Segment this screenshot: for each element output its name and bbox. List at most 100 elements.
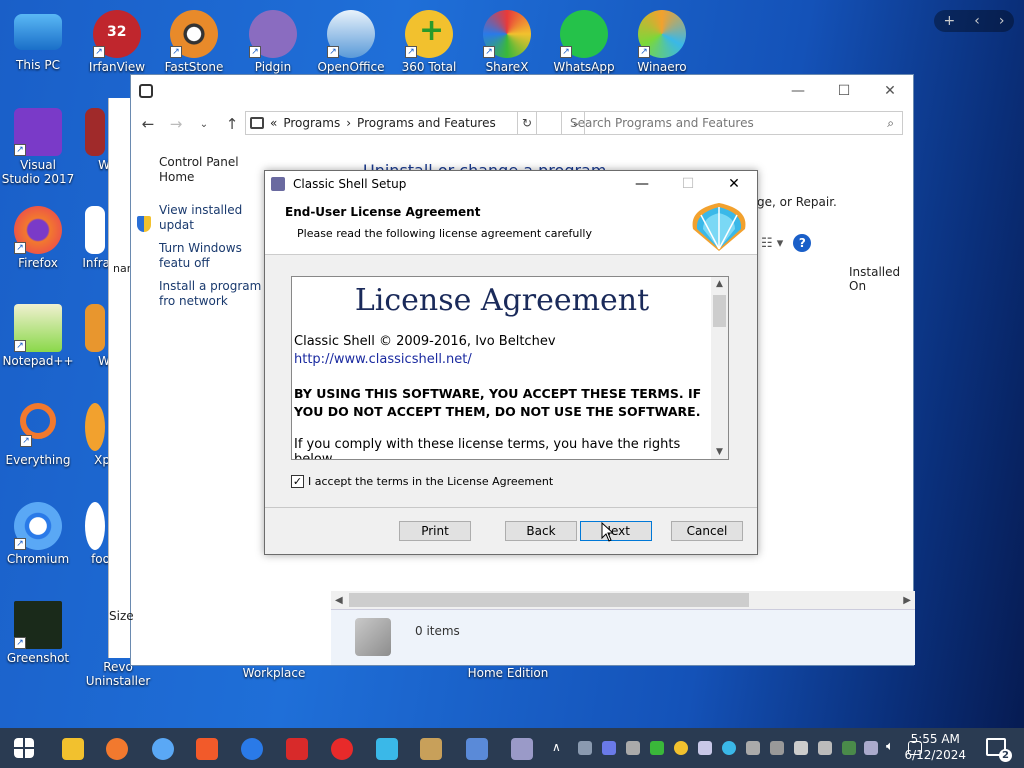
minimize-icon[interactable]: — — [775, 83, 821, 99]
accept-terms-checkbox[interactable]: ✓ — [291, 475, 304, 488]
back-button[interactable]: Back — [505, 521, 577, 541]
brave-icon[interactable] — [196, 738, 218, 760]
sidebar-turn-windows-features[interactable]: Turn Windows featu off — [159, 241, 271, 271]
desktop-icon-everything[interactable]: ↗ Everything — [0, 403, 76, 467]
firefox-taskbar-icon[interactable] — [106, 738, 128, 760]
notification-icon[interactable]: 2 — [986, 738, 1012, 762]
virtual-desktop-controls[interactable]: + ‹ › — [934, 10, 1014, 32]
recent-chevron-icon[interactable]: ⌄ — [195, 119, 213, 130]
chevron-left-icon[interactable]: ‹ — [974, 13, 980, 29]
chromium-taskbar-icon[interactable] — [152, 738, 174, 760]
desktop-icon-col2-1[interactable]: W — [80, 108, 110, 172]
desktop-icon-chromium[interactable]: ↗ Chromium — [0, 502, 76, 566]
desktop-icon-winaero[interactable]: ↗ Winaero — [624, 10, 700, 74]
forward-arrow-icon[interactable]: → — [167, 115, 185, 133]
tray-icon-11[interactable] — [818, 741, 832, 755]
back-arrow-icon[interactable]: ← — [139, 115, 157, 133]
opera-icon[interactable] — [331, 738, 353, 760]
scroll-up-icon[interactable]: ▲ — [711, 279, 728, 289]
shield-tray-icon[interactable] — [650, 741, 664, 755]
desktop-icon-greenshot[interactable]: ↗ Greenshot — [0, 601, 76, 665]
file-explorer-icon[interactable] — [62, 738, 84, 760]
tray-icon-6[interactable] — [698, 741, 712, 755]
license-url-link[interactable]: http://www.classicshell.net/ — [294, 351, 710, 369]
desktop-icon-whatsapp[interactable]: ↗ WhatsApp — [546, 10, 622, 74]
horizontal-scrollbar[interactable]: ◀ ▶ — [331, 591, 915, 609]
tray-icon-5[interactable] — [674, 741, 688, 755]
desktop-icon-sharex[interactable]: ↗ ShareX — [469, 10, 545, 74]
search-input[interactable]: Search Programs and Features ⌕ — [561, 111, 903, 135]
scrollbar-thumb[interactable] — [713, 295, 726, 327]
scroll-down-icon[interactable]: ▼ — [711, 447, 728, 457]
irfanview-icon: 32 ↗ — [93, 10, 141, 58]
show-hidden-icons-chevron-icon[interactable]: ∧ — [552, 740, 561, 754]
desktop-icon-col2-4[interactable]: Xp — [80, 403, 110, 467]
close-icon[interactable]: ✕ — [867, 83, 913, 99]
desktop-icon-home-edition[interactable]: Home Edition — [466, 666, 550, 680]
add-icon[interactable]: + — [944, 13, 956, 29]
desktop-icon-this-pc[interactable]: This PC — [0, 10, 76, 72]
breadcrumb-programs-and-features[interactable]: Programs and Features — [357, 116, 496, 130]
chevron-right-icon[interactable]: › — [999, 13, 1005, 29]
sidebar-view-installed-updates[interactable]: View installed updat — [159, 203, 271, 233]
scroll-right-icon[interactable]: ▶ — [903, 595, 911, 606]
wps-icon[interactable] — [286, 738, 308, 760]
desktop-icon-col2-5[interactable]: foo — [80, 502, 110, 566]
visual-studio-icon: ↗ — [14, 108, 62, 156]
scrollbar-thumb[interactable] — [349, 593, 749, 607]
archive-taskbar-icon[interactable] — [420, 738, 442, 760]
column-installed-on[interactable]: Installed On — [849, 265, 913, 293]
license-title: License Agreement — [354, 283, 650, 318]
desktop-icon-openoffice[interactable]: ↗ OpenOffice — [313, 10, 389, 74]
app-taskbar-icon[interactable] — [376, 738, 398, 760]
help-icon[interactable]: ? — [793, 234, 812, 252]
tray-icon-7[interactable] — [722, 741, 736, 755]
maximize-icon[interactable]: ☐ — [821, 83, 867, 99]
desktop-icon-workplace[interactable]: Workplace — [236, 666, 312, 680]
pidgin-icon: ↗ — [249, 10, 297, 58]
shortcut-arrow-icon: ↗ — [14, 340, 26, 352]
desktop-icon-faststone[interactable]: ↗ FastStone — [156, 10, 232, 74]
control-panel-taskbar-icon[interactable] — [466, 738, 488, 760]
desktop-icon-col2-3[interactable]: W — [80, 304, 110, 368]
license-text-area[interactable]: License Agreement Classic Shell © 2009-2… — [291, 276, 729, 460]
print-button[interactable]: Print — [399, 521, 471, 541]
discord-icon[interactable] — [602, 741, 616, 755]
tray-icon-1[interactable] — [578, 741, 592, 755]
tray-icon-12[interactable] — [842, 741, 856, 755]
volume-muted-icon[interactable]: 🔈︎ — [886, 739, 894, 754]
desktop-icon-notepad-plus-plus[interactable]: ↗ Notepad++ — [0, 304, 76, 368]
sidebar-control-panel-home[interactable]: Control Panel Home — [159, 155, 271, 185]
windows-start-icon[interactable] — [14, 738, 34, 758]
setup-taskbar-icon[interactable] — [511, 738, 533, 760]
control-panel-sidebar: Control Panel Home View installed updat … — [159, 155, 271, 317]
tray-icon-3[interactable] — [626, 741, 640, 755]
desktop-icon-visual-studio[interactable]: ↗ Visual Studio 2017 — [0, 108, 76, 186]
scroll-left-icon[interactable]: ◀ — [335, 595, 343, 606]
tray-icon-9[interactable] — [770, 741, 784, 755]
network-icon[interactable] — [864, 741, 878, 755]
desktop-icon-360-total[interactable]: + ↗ 360 Total — [391, 10, 467, 74]
cancel-button[interactable]: Cancel — [671, 521, 743, 541]
accept-terms-checkbox-row[interactable]: ✓ I accept the terms in the License Agre… — [291, 475, 553, 488]
desktop-icon-col2-2[interactable]: Infra — [80, 206, 110, 270]
vertical-scrollbar[interactable]: ▲ ▼ — [711, 277, 728, 459]
desktop-icon-irfanview[interactable]: 32 ↗ IrfanView — [79, 10, 155, 74]
system-clock[interactable]: 5:55 AM 6/12/2024 — [904, 731, 966, 763]
tray-icon-8[interactable] — [746, 741, 760, 755]
desktop-icon-pidgin[interactable]: ↗ Pidgin — [235, 10, 311, 74]
refresh-button[interactable]: ↻ — [517, 111, 537, 135]
window-titlebar[interactable]: — ☐ ✕ — [131, 75, 913, 107]
accept-terms-label[interactable]: I accept the terms in the License Agreem… — [308, 475, 553, 488]
desktop-icon-firefox[interactable]: ↗ Firefox — [0, 206, 76, 270]
up-arrow-icon[interactable]: ↑ — [223, 115, 241, 133]
next-button[interactable]: Next — [580, 521, 652, 541]
minimize-icon[interactable]: — — [619, 176, 665, 192]
breadcrumb-programs[interactable]: Programs — [283, 116, 340, 130]
dialog-titlebar[interactable]: Classic Shell Setup — ☐ ✕ — [265, 171, 757, 197]
view-options-icon[interactable]: ☷ ▾ — [761, 236, 783, 251]
sidebar-install-from-network[interactable]: Install a program fro network — [159, 279, 271, 309]
tray-icon-10[interactable] — [794, 741, 808, 755]
close-icon[interactable]: ✕ — [711, 176, 757, 192]
browser-icon[interactable] — [241, 738, 263, 760]
